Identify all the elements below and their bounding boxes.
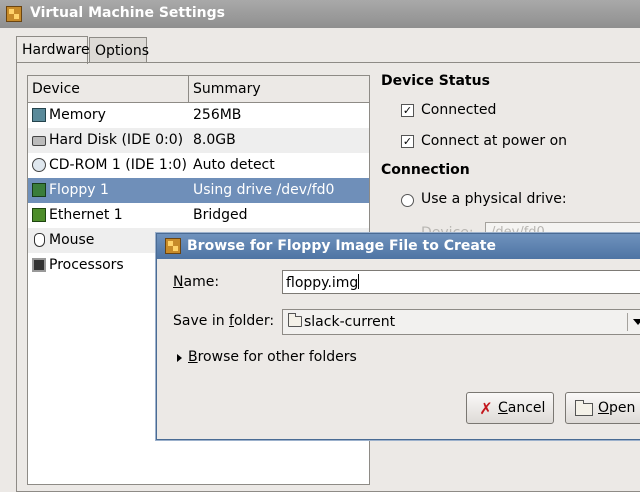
connected-label[interactable]: Connected <box>421 102 496 118</box>
device-row-floppy[interactable]: Floppy 1 Using drive /dev/fd0 <box>28 178 369 203</box>
device-name: Processors <box>49 257 124 273</box>
cancel-label: Cancel <box>498 400 546 416</box>
device-row-cdrom[interactable]: CD-ROM 1 (IDE 1:0) Auto detect <box>28 153 369 178</box>
device-summary: Auto detect <box>193 157 275 173</box>
column-header-device[interactable]: Device <box>28 76 189 102</box>
chevron-down-icon <box>633 319 640 325</box>
dialog-title: Browse for Floppy Image File to Create <box>187 238 496 254</box>
tab-options-label: Options <box>95 43 150 59</box>
device-summary: 256MB <box>193 107 242 123</box>
device-name: CD-ROM 1 (IDE 1:0) <box>49 157 187 173</box>
device-row-memory[interactable]: Memory 256MB <box>28 103 369 128</box>
open-button[interactable]: Open <box>565 392 640 424</box>
folder-value: slack-current <box>304 314 396 330</box>
device-name: Mouse <box>49 232 95 248</box>
app-icon <box>6 6 22 22</box>
connect-at-power-on-label[interactable]: Connect at power on <box>421 133 567 149</box>
cancel-icon: ✗ <box>479 399 493 418</box>
device-summary: Using drive /dev/fd0 <box>193 182 335 198</box>
browse-other-folders-link[interactable]: Browse for other folders <box>188 349 357 365</box>
device-name: Memory <box>49 107 106 123</box>
tab-hardware-label: Hardware <box>22 42 90 58</box>
dialog-titlebar[interactable]: Browse for Floppy Image File to Create <box>157 234 640 259</box>
hard-disk-icon <box>32 136 46 146</box>
connection-heading: Connection <box>381 162 470 178</box>
device-row-ethernet[interactable]: Ethernet 1 Bridged <box>28 203 369 228</box>
memory-icon <box>32 108 46 122</box>
expander-arrow-icon[interactable] <box>177 354 182 362</box>
open-label: Open <box>598 400 636 416</box>
device-name: Floppy 1 <box>49 182 109 198</box>
device-summary: 8.0GB <box>193 132 236 148</box>
folder-icon <box>288 313 302 327</box>
device-name: Ethernet 1 <box>49 207 123 223</box>
name-label: Name: <box>173 274 220 290</box>
open-folder-icon <box>575 400 593 416</box>
cdrom-icon <box>32 158 46 172</box>
device-summary: Bridged <box>193 207 248 223</box>
save-in-folder-combo[interactable]: slack-current <box>282 309 640 335</box>
physical-drive-radio[interactable] <box>401 194 414 207</box>
window-titlebar[interactable]: Virtual Machine Settings <box>0 0 640 28</box>
device-list-header: Device Summary <box>28 76 369 103</box>
ethernet-icon <box>32 208 46 222</box>
save-in-folder-label: Save in folder: <box>173 313 275 329</box>
device-status-heading: Device Status <box>381 73 490 89</box>
connect-at-power-on-checkbox[interactable]: ✓ <box>401 135 414 148</box>
window-title: Virtual Machine Settings <box>30 5 225 21</box>
tab-options[interactable]: Options <box>89 37 150 63</box>
floppy-icon <box>32 183 46 197</box>
device-row-hard-disk[interactable]: Hard Disk (IDE 0:0) 8.0GB <box>28 128 369 153</box>
connected-checkbox[interactable]: ✓ <box>401 104 414 117</box>
browse-floppy-dialog: Browse for Floppy Image File to Create N… <box>156 233 640 440</box>
column-header-summary[interactable]: Summary <box>189 76 369 102</box>
dialog-app-icon <box>165 238 181 254</box>
mouse-icon <box>34 233 45 247</box>
tab-hardware[interactable]: Hardware <box>16 36 90 64</box>
physical-drive-label[interactable]: Use a physical drive: <box>421 191 567 207</box>
name-input[interactable]: floppy.img <box>282 270 640 294</box>
device-name: Hard Disk (IDE 0:0) <box>49 132 184 148</box>
cancel-button[interactable]: ✗ Cancel <box>466 392 554 424</box>
processor-icon <box>32 258 46 272</box>
